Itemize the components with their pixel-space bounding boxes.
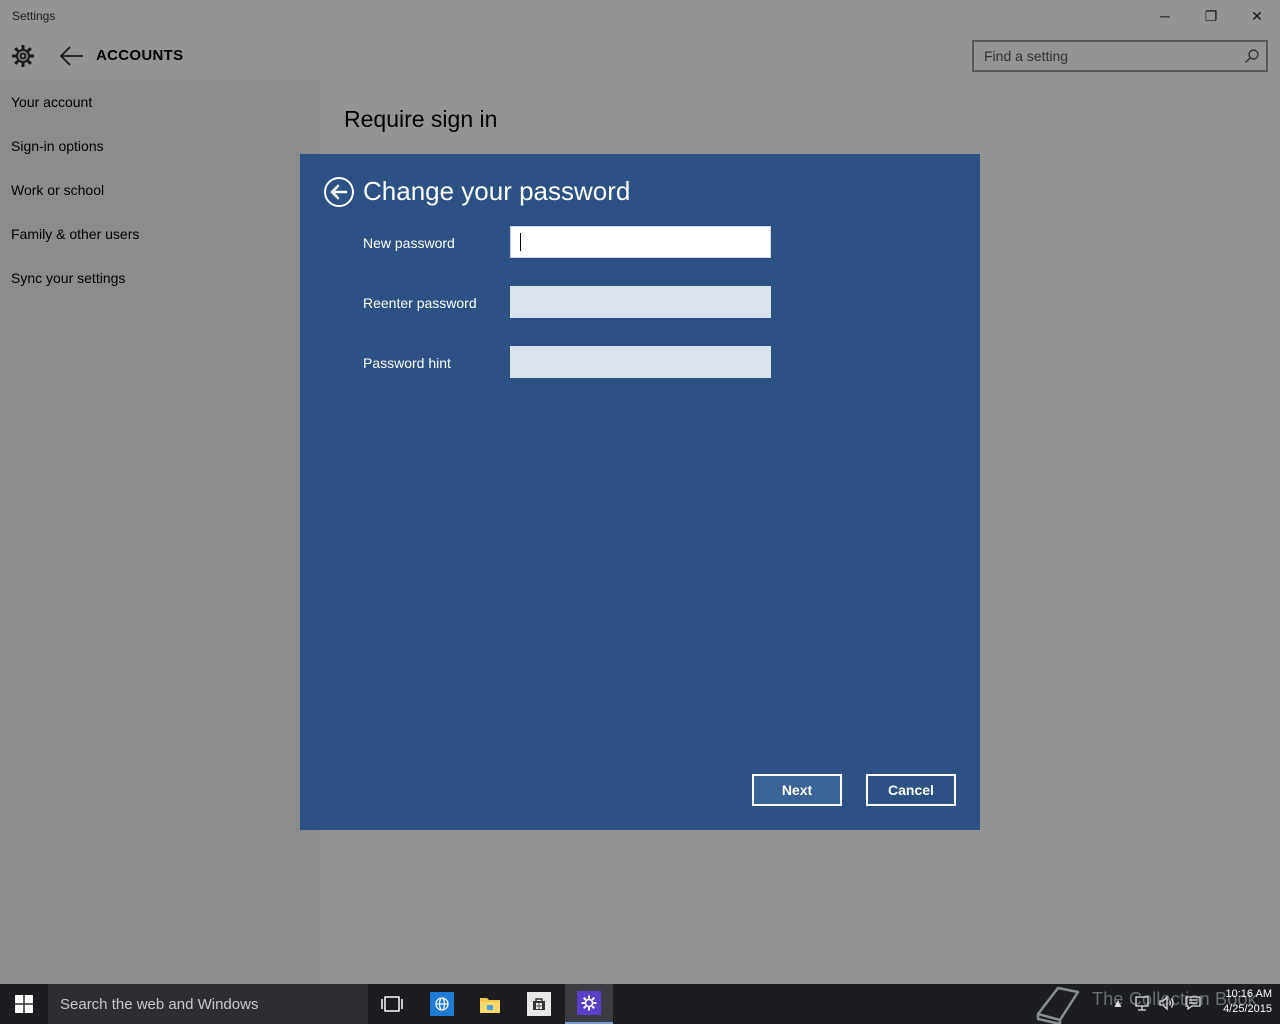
- taskbar-search-text: Search the web and Windows: [60, 996, 259, 1013]
- store-button[interactable]: [515, 984, 563, 1024]
- book-logo-icon: [1036, 986, 1080, 1024]
- clock-time: 10:16 AM: [1225, 988, 1272, 1000]
- network-icon[interactable]: [1134, 994, 1152, 1012]
- next-button[interactable]: Next: [752, 774, 842, 806]
- file-explorer-button[interactable]: [466, 984, 514, 1024]
- task-view-button[interactable]: [368, 984, 416, 1024]
- tray-chevron-icon[interactable]: ▲: [1112, 996, 1124, 1010]
- start-button[interactable]: [0, 984, 48, 1024]
- reenter-password-field[interactable]: [510, 286, 771, 318]
- taskbar: Search the web and Windows The Collectio…: [0, 984, 1280, 1024]
- clock-date: 4/25/2015: [1223, 1003, 1272, 1015]
- task-view-icon: [381, 996, 403, 1012]
- volume-icon[interactable]: [1158, 994, 1176, 1012]
- clock[interactable]: 10:16 AM 4/25/2015: [1208, 987, 1272, 1017]
- text-caret: [520, 233, 521, 251]
- change-password-dialog: Change your password New password Reente…: [300, 154, 980, 830]
- windows-logo-icon: [15, 995, 33, 1013]
- reenter-password-label: Reenter password: [363, 295, 477, 311]
- taskbar-search[interactable]: Search the web and Windows: [48, 984, 368, 1024]
- dialog-title: Change your password: [363, 176, 631, 206]
- file-explorer-icon: [478, 992, 502, 1016]
- new-password-label: New password: [363, 235, 455, 251]
- store-icon: [527, 992, 551, 1016]
- browser-icon: [430, 992, 454, 1016]
- password-hint-label: Password hint: [363, 355, 451, 371]
- settings-taskbar-button[interactable]: [565, 984, 613, 1024]
- cancel-button[interactable]: Cancel: [866, 774, 956, 806]
- action-center-icon[interactable]: [1184, 994, 1202, 1012]
- back-circle-icon[interactable]: [323, 176, 355, 208]
- new-password-field[interactable]: [510, 226, 771, 258]
- browser-button[interactable]: [418, 984, 466, 1024]
- settings-icon: [577, 991, 601, 1015]
- password-hint-field[interactable]: [510, 346, 771, 378]
